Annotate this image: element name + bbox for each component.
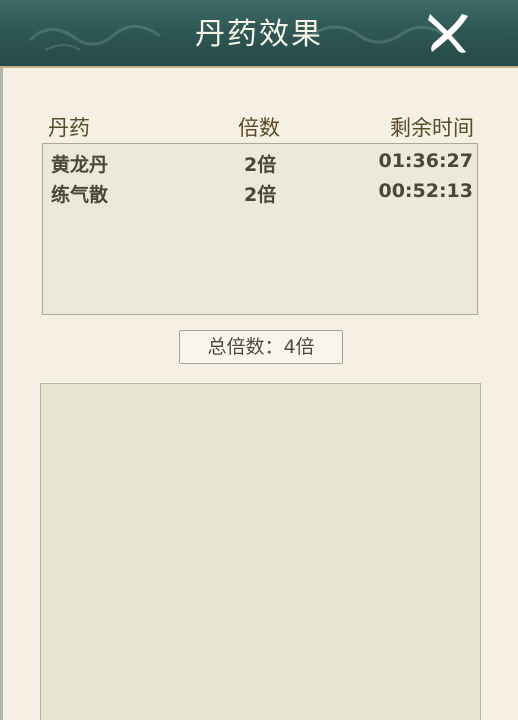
close-button[interactable] <box>422 8 474 58</box>
column-header-remaining-time: 剩余时间 <box>390 116 474 140</box>
elixir-remaining-time: 00:52:13 <box>378 180 473 202</box>
panel-header: 丹药效果 <box>0 0 518 68</box>
total-multiplier-badge: 总倍数：4倍 <box>179 330 343 364</box>
list-item: 练气散 2倍 00:52:13 <box>43 176 477 206</box>
close-icon <box>428 14 468 53</box>
table-header: 丹药 倍数 剩余时间 <box>44 112 478 142</box>
elixir-list[interactable]: 黄龙丹 2倍 01:36:27 练气散 2倍 00:52:13 <box>42 143 478 315</box>
column-header-multiplier: 倍数 <box>238 116 280 140</box>
elixir-remaining-time: 01:36:27 <box>378 150 473 172</box>
elixir-name: 黄龙丹 <box>51 154 109 176</box>
column-header-elixir: 丹药 <box>48 116 90 140</box>
elixir-multiplier: 2倍 <box>244 154 277 176</box>
elixir-effects-panel: 丹药效果 丹药 倍数 剩余时间 黄龙丹 2倍 01:36:27 练气散 2倍 0… <box>0 0 518 720</box>
elixir-name: 练气散 <box>51 184 109 206</box>
total-multiplier-label: 总倍数： <box>207 336 284 358</box>
elixir-multiplier: 2倍 <box>244 184 277 206</box>
total-multiplier-value: 4倍 <box>283 336 315 358</box>
effect-detail-area <box>40 383 481 720</box>
panel-edge <box>0 66 3 720</box>
list-item: 黄龙丹 2倍 01:36:27 <box>43 146 477 176</box>
